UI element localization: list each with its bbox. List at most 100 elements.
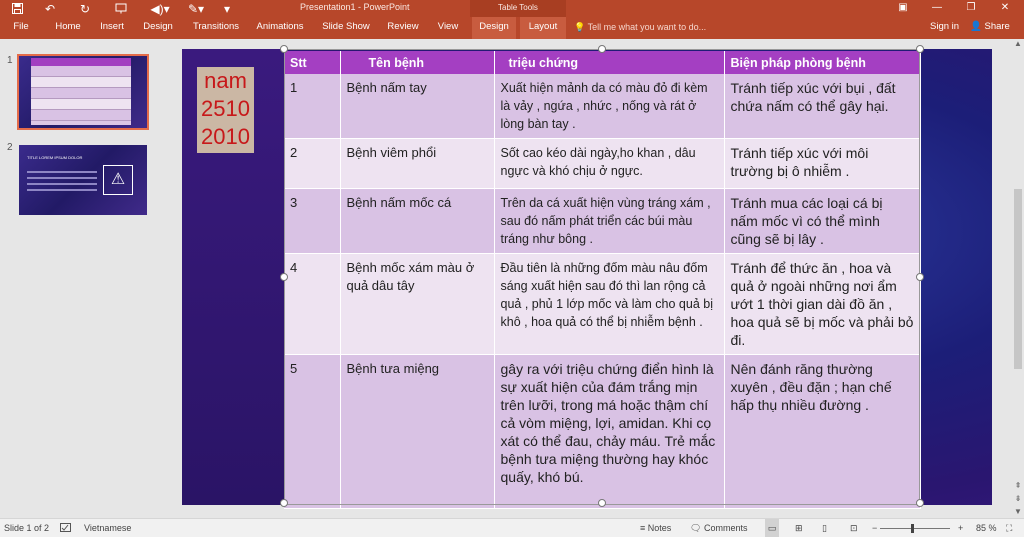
year-line: 2510 bbox=[201, 96, 250, 121]
undo-icon[interactable]: ↶ bbox=[40, 0, 60, 17]
tell-me-search[interactable]: 💡 Tell me what you want to do... bbox=[574, 17, 706, 39]
normal-view-icon[interactable]: ▭ bbox=[765, 519, 779, 537]
table-cell[interactable]: Tránh tiếp xúc với môi trường bị ô nhiễm… bbox=[724, 138, 921, 189]
notes-icon: ≡ bbox=[640, 523, 646, 533]
slide-show-icon[interactable]: ⊡ bbox=[850, 519, 858, 537]
resize-handle[interactable] bbox=[916, 499, 924, 507]
zoom-out-button[interactable]: − bbox=[872, 519, 877, 537]
present-icon[interactable] bbox=[110, 0, 132, 17]
customize-qat-icon[interactable]: ▾ bbox=[220, 0, 234, 17]
person-icon: 👤 bbox=[970, 21, 982, 32]
tab-transitions[interactable]: Transitions bbox=[188, 17, 244, 39]
table-cell[interactable]: Xuất hiện mảnh da có màu đỏ đi kèm là vả… bbox=[494, 74, 725, 139]
previous-slide-icon[interactable]: ⇞ bbox=[1012, 481, 1024, 493]
tab-design[interactable]: Design bbox=[136, 17, 180, 39]
maximize-button[interactable]: ❐ bbox=[954, 0, 988, 17]
slide-sorter-icon[interactable]: ⊞ bbox=[795, 519, 803, 537]
share-label: Share bbox=[984, 21, 1010, 32]
notes-button[interactable]: ≡ Notes bbox=[640, 519, 671, 537]
table-header-row: Stt Tên bệnh triệu chứng Biện pháp phòng… bbox=[284, 51, 921, 74]
table-cell[interactable]: Nên đánh răng thường xuyên , đều đặn ; h… bbox=[724, 354, 921, 509]
table-cell[interactable]: gây ra với triệu chứng điển hình là sự x… bbox=[494, 354, 725, 509]
table-cell[interactable]: 5 bbox=[284, 354, 341, 509]
tab-table-layout[interactable]: Layout bbox=[520, 17, 566, 39]
ribbon-display-options-icon[interactable]: ▣ bbox=[886, 0, 920, 17]
slide-thumbnail-1[interactable] bbox=[17, 54, 149, 130]
minimize-button[interactable]: — bbox=[920, 0, 954, 17]
resize-handle[interactable] bbox=[280, 499, 288, 507]
table-cell[interactable]: Tránh để thức ăn , hoa và quả ở ngoài nh… bbox=[724, 253, 921, 355]
save-icon[interactable] bbox=[8, 0, 26, 17]
language-indicator[interactable]: Vietnamese bbox=[84, 519, 131, 537]
table-cell[interactable]: Bệnh tưa miệng bbox=[340, 354, 495, 509]
sign-in-link[interactable]: Sign in bbox=[930, 17, 959, 39]
tab-table-design[interactable]: Design bbox=[472, 17, 516, 39]
tab-home[interactable]: Home bbox=[48, 17, 88, 39]
tab-file[interactable]: File bbox=[6, 17, 36, 39]
scrollbar-thumb[interactable] bbox=[1014, 189, 1022, 369]
resize-handle[interactable] bbox=[916, 45, 924, 53]
slide-editing-area: nam 2510 2010 Stt Tên bệnh triệu chứng B… bbox=[166, 39, 1012, 518]
header-symptom[interactable]: triệu chứng bbox=[494, 51, 725, 74]
tab-insert[interactable]: Insert bbox=[94, 17, 130, 39]
speaker-icon[interactable]: ◀)▾ bbox=[148, 0, 172, 17]
table-cell[interactable]: Bệnh nấm tay bbox=[340, 74, 495, 139]
close-button[interactable]: ✕ bbox=[988, 0, 1022, 17]
tab-animations[interactable]: Animations bbox=[252, 17, 308, 39]
tell-me-text: Tell me what you want to do... bbox=[587, 22, 707, 32]
tab-slide-show[interactable]: Slide Show bbox=[318, 17, 374, 39]
slide[interactable]: nam 2510 2010 Stt Tên bệnh triệu chứng B… bbox=[182, 49, 992, 509]
tab-review[interactable]: Review bbox=[382, 17, 424, 39]
resize-handle[interactable] bbox=[280, 45, 288, 53]
year-text-box[interactable]: nam 2510 2010 bbox=[197, 67, 254, 153]
table-row: 5 Bệnh tưa miệng gây ra với triệu chứng … bbox=[284, 354, 921, 509]
table-cell[interactable]: Sốt cao kéo dài ngày,ho khan , dâu ngực … bbox=[494, 138, 725, 189]
slide-thumbnail-2[interactable]: TITLE LOREM IPSUM DOLOR ⚠ bbox=[17, 143, 149, 217]
slide-thumbnail-pane: 1 2 TITLE LOREM IPSUM DOLOR ⚠ bbox=[0, 39, 166, 518]
lightbulb-icon: 💡 bbox=[574, 22, 586, 32]
zoom-level[interactable]: 85 % bbox=[976, 519, 997, 537]
notes-label: Notes bbox=[647, 523, 672, 533]
resize-handle[interactable] bbox=[598, 499, 606, 507]
zoom-slider-thumb[interactable] bbox=[911, 524, 914, 533]
header-stt[interactable]: Stt bbox=[284, 51, 341, 74]
table-cell[interactable]: Bệnh viêm phổi bbox=[340, 138, 495, 189]
table-cell[interactable]: Đầu tiên là những đốm màu nâu đốm sáng x… bbox=[494, 253, 725, 355]
table-cell[interactable]: 1 bbox=[284, 74, 341, 139]
table-cell[interactable]: Tránh mua các loại cá bị nấm mốc vì có t… bbox=[724, 188, 921, 254]
table-cell[interactable]: 2 bbox=[284, 138, 341, 189]
share-button[interactable]: 👤 Share bbox=[970, 17, 1010, 39]
comments-button[interactable]: 🗨 Comments bbox=[690, 519, 747, 537]
spell-check-icon[interactable] bbox=[60, 519, 71, 537]
table-cell[interactable]: Tránh tiếp xúc với bụi , đất chứa nấm có… bbox=[724, 74, 921, 139]
header-prevention[interactable]: Biện pháp phòng bệnh bbox=[724, 51, 921, 74]
resize-handle[interactable] bbox=[598, 45, 606, 53]
table-cell[interactable]: Bệnh mốc xám màu ở quả dâu tây bbox=[340, 253, 495, 355]
vertical-scrollbar[interactable]: ▲ ⇞ ⇟ ▼ bbox=[1012, 39, 1024, 518]
zoom-in-button[interactable]: + bbox=[958, 519, 963, 537]
table-cell[interactable]: 3 bbox=[284, 188, 341, 254]
table-row: 2 Bệnh viêm phổi Sốt cao kéo dài ngày,ho… bbox=[284, 138, 921, 189]
disease-table[interactable]: Stt Tên bệnh triệu chứng Biện pháp phòng… bbox=[284, 51, 921, 509]
window-title: Presentation1 - PowerPoint bbox=[300, 2, 410, 12]
table-row: 3 Bệnh nấm mốc cá Trên da cá xuất hiện v… bbox=[284, 188, 921, 254]
table-cell[interactable]: Trên da cá xuất hiện vùng tráng xám , sa… bbox=[494, 188, 725, 254]
table-cell[interactable]: 4 bbox=[284, 253, 341, 355]
redo-icon[interactable]: ↻ bbox=[75, 0, 95, 17]
resize-handle[interactable] bbox=[916, 273, 924, 281]
tab-view[interactable]: View bbox=[430, 17, 466, 39]
zoom-slider-track[interactable] bbox=[880, 528, 950, 529]
table-row: 1 Bệnh nấm tay Xuất hiện mảnh da có màu … bbox=[284, 74, 921, 139]
table-cell[interactable]: Bệnh nấm mốc cá bbox=[340, 188, 495, 254]
thumbnail-title: TITLE LOREM IPSUM DOLOR bbox=[27, 155, 83, 160]
resize-handle[interactable] bbox=[280, 273, 288, 281]
scroll-up-icon[interactable]: ▲ bbox=[1012, 39, 1024, 51]
next-slide-icon[interactable]: ⇟ bbox=[1012, 494, 1024, 506]
thumbnail-number: 1 bbox=[7, 55, 13, 66]
ribbon-tabs: File Home Insert Design Transitions Anim… bbox=[0, 17, 1024, 39]
fit-to-window-icon[interactable]: ⛶ bbox=[1006, 519, 1012, 537]
status-bar: Slide 1 of 2 Vietnamese ≡ Notes 🗨 Commen… bbox=[0, 518, 1024, 537]
header-disease[interactable]: Tên bệnh bbox=[340, 51, 495, 74]
pen-icon[interactable]: ✎▾ bbox=[185, 0, 207, 17]
reading-view-icon[interactable]: ▯ bbox=[822, 519, 827, 537]
